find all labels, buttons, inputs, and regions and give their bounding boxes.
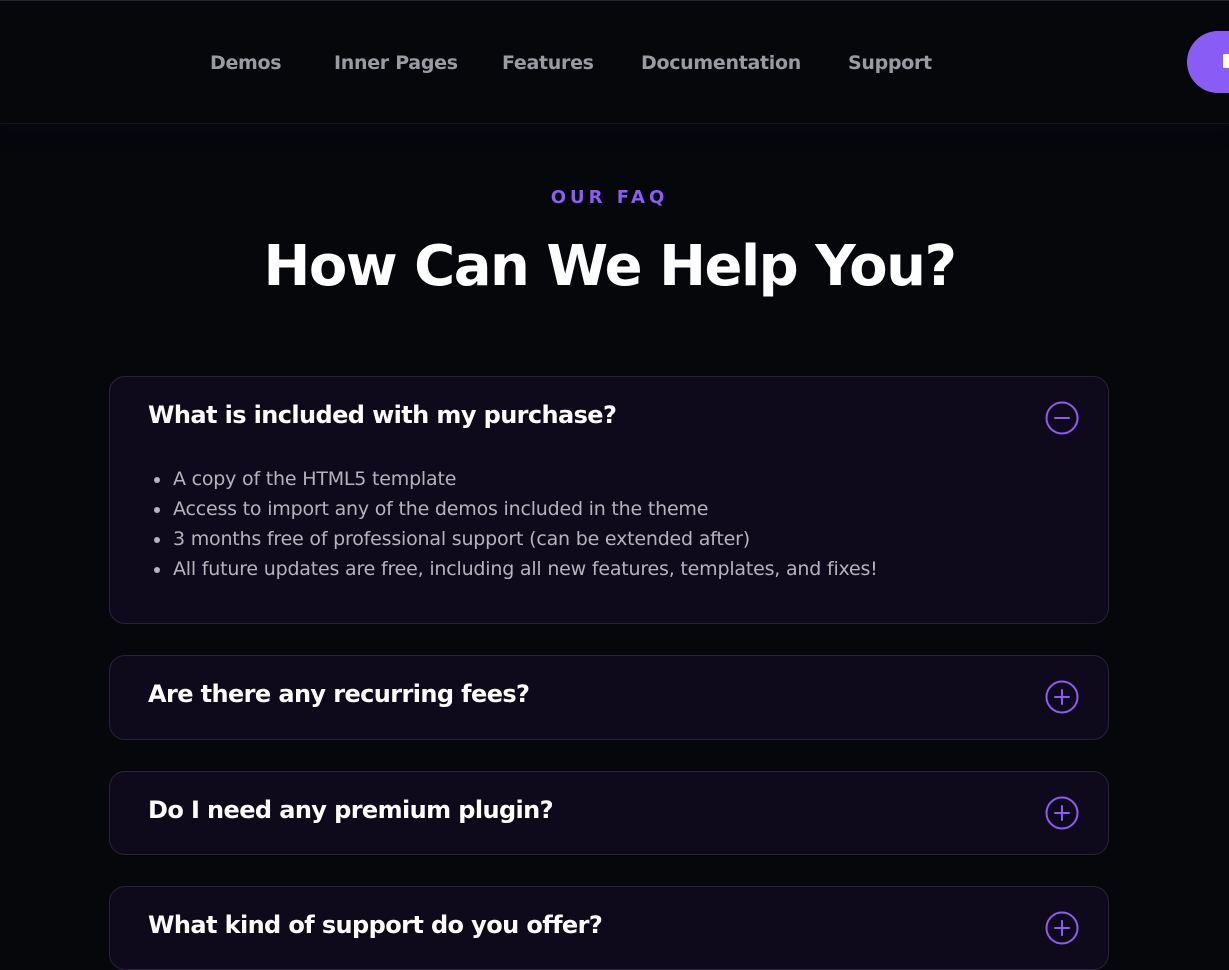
list-item-text: A copy of the HTML5 template [173,468,457,490]
faq-question[interactable]: What kind of support do you offer? [148,911,603,939]
nav-item-inner-pages[interactable]: Inner Pages [334,52,458,74]
list-item: All future updates are free, including a… [148,556,878,586]
list-item: 3 months free of professional support (c… [148,526,878,556]
minus-circle-icon[interactable] [1045,401,1079,435]
bullet-dot [154,567,160,573]
arrow-icon [1223,54,1229,68]
plus-circle-icon[interactable] [1045,680,1079,714]
faq-item-included: What is included with my purchase? A cop… [109,376,1109,624]
nav-item-documentation[interactable]: Documentation [641,52,801,74]
faq-question[interactable]: What is included with my purchase? [148,401,617,429]
header-cta-button[interactable] [1187,31,1229,93]
faq-item-premium-plugin[interactable]: Do I need any premium plugin? [109,771,1109,855]
bullet-dot [154,537,160,543]
list-item: A copy of the HTML5 template [148,466,878,496]
nav-item-support[interactable]: Support [848,52,932,74]
faq-item-support[interactable]: What kind of support do you offer? [109,886,1109,970]
section-eyebrow: OUR FAQ [550,187,669,208]
faq-answer-list: A copy of the HTML5 template Access to i… [148,466,878,586]
faq-question[interactable]: Are there any recurring fees? [148,680,530,708]
nav-item-features[interactable]: Features [502,52,594,74]
faq-question[interactable]: Do I need any premium plugin? [148,796,554,824]
plus-circle-icon[interactable] [1045,911,1079,945]
site-header: Demos Inner Pages Features Documentation… [0,0,1229,124]
list-item-text: Access to import any of the demos includ… [173,498,709,520]
page-title: How Can We Help You? [263,234,957,299]
list-item-text: 3 months free of professional support (c… [173,528,750,550]
plus-circle-icon[interactable] [1045,796,1079,830]
list-item-text: All future updates are free, including a… [173,558,878,580]
faq-item-recurring-fees[interactable]: Are there any recurring fees? [109,655,1109,740]
list-item: Access to import any of the demos includ… [148,496,878,526]
bullet-dot [154,477,160,483]
nav-item-demos[interactable]: Demos [210,52,282,74]
bullet-dot [154,507,160,513]
